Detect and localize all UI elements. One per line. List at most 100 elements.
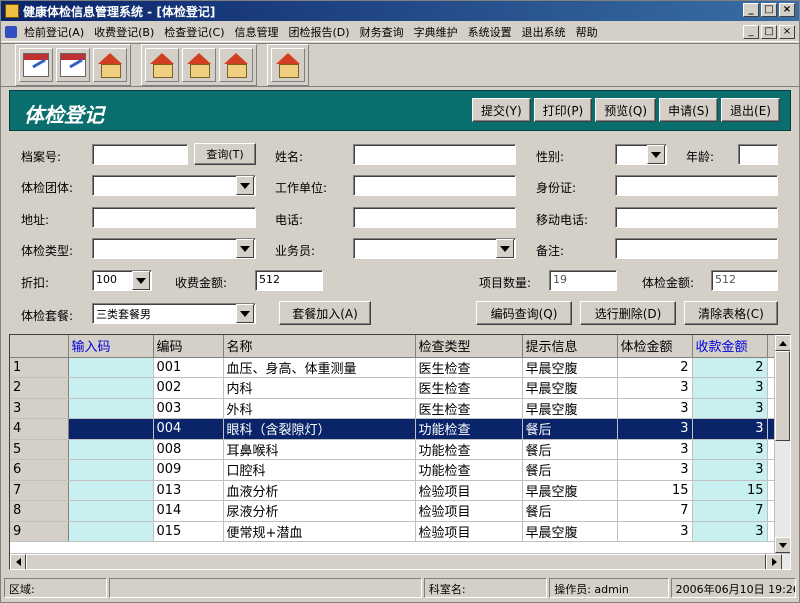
chevron-down-icon[interactable] <box>496 239 514 258</box>
menu-info-management[interactable]: 信息管理 <box>230 24 284 40</box>
col-name[interactable]: 名称 <box>223 335 416 358</box>
table-row[interactable]: 5 008 耳鼻喉科 功能检查 餐后 3 3 <box>10 439 777 460</box>
scroll-thumb[interactable] <box>775 351 790 441</box>
horizontal-scroll-thumb[interactable] <box>26 554 766 569</box>
menu-fee-registration[interactable]: 收费登记(B) <box>89 24 159 40</box>
table-row[interactable]: 4 004 眼科（含裂隙灯） 功能检查 餐后 3 3 <box>10 418 777 440</box>
query-button[interactable]: 查询(T) <box>194 143 256 165</box>
code-cell[interactable]: 003 <box>153 398 224 419</box>
exam-type-select[interactable] <box>92 238 256 259</box>
input-code-cell[interactable] <box>68 500 154 522</box>
remark-input[interactable] <box>615 238 778 259</box>
mobile-input[interactable] <box>615 207 778 228</box>
address-input[interactable] <box>92 207 256 228</box>
menu-dictionary[interactable]: 字典维护 <box>409 24 463 40</box>
input-code-cell[interactable] <box>68 521 154 542</box>
horizontal-scrollbar[interactable] <box>10 553 790 569</box>
paid-amount-cell[interactable]: 3 <box>692 398 768 419</box>
row-number[interactable]: 7 <box>10 480 69 501</box>
scroll-down-icon[interactable] <box>775 537 790 553</box>
row-selector-header[interactable] <box>10 335 69 358</box>
menu-system-settings[interactable]: 系统设置 <box>463 24 517 40</box>
maximize-button[interactable]: □ <box>761 3 777 17</box>
code-cell[interactable]: 013 <box>153 480 224 501</box>
package-select[interactable]: 三类套餐男 <box>92 303 256 324</box>
tip-cell[interactable]: 早晨空腹 <box>522 521 618 542</box>
exam-amount-cell[interactable]: 15 <box>617 480 693 501</box>
input-code-cell[interactable] <box>68 398 154 419</box>
discount-select[interactable]: 100 <box>92 270 152 291</box>
tip-cell[interactable]: 餐后 <box>522 459 618 481</box>
paid-amount-cell[interactable]: 3 <box>692 418 768 440</box>
paid-amount-cell[interactable]: 3 <box>692 377 768 399</box>
chevron-down-icon[interactable] <box>647 145 665 164</box>
toolbar-fee-register-button[interactable] <box>56 48 90 82</box>
paid-amount-cell[interactable]: 3 <box>692 459 768 481</box>
tip-cell[interactable]: 早晨空腹 <box>522 398 618 419</box>
row-number[interactable]: 3 <box>10 398 69 419</box>
toolbar-pre-register-button[interactable] <box>19 48 53 82</box>
name-cell[interactable]: 尿液分析 <box>223 500 416 522</box>
minimize-button[interactable]: _ <box>743 3 759 17</box>
group-select[interactable] <box>92 175 256 196</box>
toolbar-exit-button[interactable] <box>271 48 305 82</box>
exam-amount-cell[interactable]: 3 <box>617 459 693 481</box>
salesman-select[interactable] <box>353 238 516 259</box>
name-cell[interactable]: 血液分析 <box>223 480 416 501</box>
input-code-cell[interactable] <box>68 459 154 481</box>
input-code-cell[interactable] <box>68 480 154 501</box>
input-code-cell[interactable] <box>68 377 154 399</box>
delete-row-button[interactable]: 选行删除(D) <box>580 301 676 325</box>
col-code[interactable]: 编码 <box>153 335 224 358</box>
paid-amount-cell[interactable]: 3 <box>692 521 768 542</box>
input-code-cell[interactable] <box>68 357 154 378</box>
table-row[interactable]: 9 015 便常规+潜血 检验项目 早晨空腹 3 3 <box>10 521 777 542</box>
preview-button[interactable]: 预览(Q) <box>595 98 657 122</box>
tip-cell[interactable]: 早晨空腹 <box>522 357 618 378</box>
exam-amount-cell[interactable]: 3 <box>617 439 693 460</box>
col-paid-amount[interactable]: 收款金额 <box>692 335 768 358</box>
col-exam-type[interactable]: 检查类型 <box>415 335 523 358</box>
name-cell[interactable]: 耳鼻喉科 <box>223 439 416 460</box>
toolbar-house-button[interactable] <box>145 48 179 82</box>
archive-no-input[interactable] <box>92 144 188 165</box>
chevron-down-icon[interactable] <box>132 271 150 290</box>
table-row[interactable]: 2 002 内科 医生检查 早晨空腹 3 3 <box>10 377 777 399</box>
paid-amount-cell[interactable]: 2 <box>692 357 768 378</box>
row-number[interactable]: 4 <box>10 418 69 440</box>
code-cell[interactable]: 002 <box>153 377 224 399</box>
phone-input[interactable] <box>353 207 516 228</box>
mdi-minimize-button[interactable]: _ <box>743 25 759 39</box>
scroll-up-icon[interactable] <box>775 335 790 351</box>
toolbar-search-button[interactable] <box>219 48 253 82</box>
col-exam-amount[interactable]: 体检金额 <box>617 335 693 358</box>
tip-cell[interactable]: 餐后 <box>522 500 618 522</box>
col-tip[interactable]: 提示信息 <box>522 335 618 358</box>
tip-cell[interactable]: 早晨空腹 <box>522 480 618 501</box>
code-cell[interactable]: 001 <box>153 357 224 378</box>
mdi-child-icon[interactable] <box>5 25 17 38</box>
work-unit-input[interactable] <box>353 175 516 196</box>
id-card-input[interactable] <box>615 175 778 196</box>
name-cell[interactable]: 内科 <box>223 377 416 399</box>
fee-input[interactable]: 512 <box>255 270 323 291</box>
vertical-scrollbar[interactable] <box>774 335 790 553</box>
name-cell[interactable]: 眼科（含裂隙灯） <box>223 418 416 440</box>
table-row[interactable]: 3 003 外科 医生检查 早晨空腹 3 3 <box>10 398 777 419</box>
paid-amount-cell[interactable]: 7 <box>692 500 768 522</box>
menu-help[interactable]: 帮助 <box>571 24 603 40</box>
exam-type-cell[interactable]: 检验项目 <box>415 500 523 522</box>
chevron-down-icon[interactable] <box>236 239 254 258</box>
code-cell[interactable]: 008 <box>153 439 224 460</box>
exam-type-cell[interactable]: 医生检查 <box>415 357 523 378</box>
gender-select[interactable] <box>615 144 667 165</box>
add-package-button[interactable]: 套餐加入(A) <box>279 301 371 325</box>
name-input[interactable] <box>353 144 516 165</box>
exam-amount-cell[interactable]: 3 <box>617 398 693 419</box>
row-number[interactable]: 8 <box>10 500 69 522</box>
exam-type-cell[interactable]: 医生检查 <box>415 377 523 399</box>
menu-group-report[interactable]: 团检报告(D) <box>284 24 355 40</box>
submit-button[interactable]: 提交(Y) <box>471 98 531 122</box>
exam-amount-cell[interactable]: 7 <box>617 500 693 522</box>
table-row[interactable]: 7 013 血液分析 检验项目 早晨空腹 15 15 <box>10 480 777 501</box>
